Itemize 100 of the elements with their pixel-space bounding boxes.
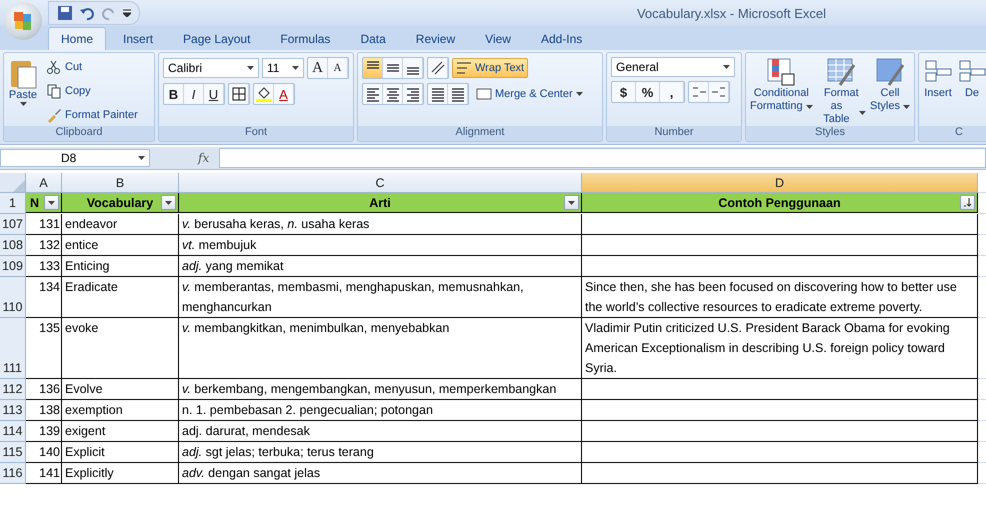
caret-icon [138, 156, 145, 160]
ribbon-tab[interactable]: Home [48, 27, 106, 50]
number-format-button[interactable]: % [636, 82, 660, 102]
column-header[interactable]: A [26, 173, 62, 193]
filter-button[interactable] [564, 195, 579, 210]
align-icon [406, 67, 420, 75]
number-format-button[interactable]: , [660, 82, 684, 102]
table-cell: 136 [26, 379, 62, 400]
column-header[interactable]: B [62, 173, 179, 193]
group-label: Clipboard [4, 126, 154, 141]
filter-button[interactable] [161, 195, 176, 210]
filter-button[interactable] [44, 195, 59, 210]
table-cell: vt. membujuk [179, 235, 582, 256]
row-header[interactable]: 116 [0, 463, 26, 484]
caret-icon [806, 104, 813, 108]
table-cell: 131 [26, 214, 62, 235]
table-cell: adj. sgt jelas; terbuka; terus terang [179, 442, 582, 463]
dropdown-icon [48, 200, 55, 204]
redo-icon [101, 5, 117, 21]
table-cell: exigent [62, 421, 179, 442]
style-button[interactable]: Cell Styles [870, 57, 910, 126]
ribbon-tab[interactable]: Review [402, 27, 468, 50]
row-header[interactable]: 1 [0, 193, 26, 214]
table-cell: endeavor [62, 214, 179, 235]
column-header[interactable]: D [582, 173, 978, 193]
table-cell: v. berusaha keras, n. usaha keras [179, 214, 582, 235]
conditional-formatting-icon [766, 57, 796, 87]
style-button[interactable]: Conditional Formatting [750, 57, 813, 126]
ribbon-tab[interactable]: Formulas [267, 27, 344, 50]
caret-icon [247, 66, 254, 70]
row-header[interactable]: 108 [0, 235, 26, 256]
wrap-text-button[interactable]: Wrap Text [452, 58, 528, 78]
row-header[interactable]: 111 [0, 318, 26, 379]
grow-font-button[interactable]: A [308, 58, 328, 78]
clipboard-button[interactable]: Copy [42, 81, 142, 101]
group-label: Number [607, 126, 741, 141]
borders-icon [232, 87, 246, 101]
ribbon-tab[interactable]: Data [347, 27, 399, 50]
style-button[interactable]: Format as Table [816, 57, 866, 126]
row-header[interactable]: 112 [0, 379, 26, 400]
cells-button[interactable]: Insert [923, 57, 953, 126]
cells-button[interactable]: De [957, 57, 986, 126]
indent-icon [430, 86, 446, 102]
group-label: Styles [746, 126, 914, 141]
copy-icon [46, 83, 62, 99]
merge-button[interactable]: Merge & Center [472, 84, 587, 104]
align-icon [364, 86, 380, 102]
table-header-cell: N [26, 193, 62, 213]
font-style-button[interactable]: U [204, 84, 224, 104]
shrink-font-button[interactable]: A [328, 58, 348, 78]
clipboard-button[interactable]: Cut [42, 57, 142, 77]
row-header[interactable]: 114 [0, 421, 26, 442]
ribbon-tab[interactable]: Insert [110, 27, 166, 50]
scissors-icon [46, 59, 62, 75]
table-header-cell: Vocabulary [62, 193, 179, 213]
paintbrush-icon [46, 107, 62, 123]
clipboard-button[interactable]: Format Painter [42, 105, 142, 125]
ribbon-tab[interactable]: View [472, 27, 524, 50]
paste-button[interactable]: Paste [8, 57, 38, 126]
name-box[interactable]: D8 [0, 149, 150, 167]
formula-input[interactable] [219, 148, 986, 168]
row-header[interactable]: 107 [0, 214, 26, 235]
number-format-field[interactable]: General [611, 57, 735, 77]
dropdown-icon [165, 200, 172, 204]
align-icon [366, 61, 380, 69]
office-button[interactable] [4, 2, 42, 40]
table-cell: v. membangkitkan, menimbulkan, menyebabkan [179, 318, 582, 379]
caret-icon [20, 102, 26, 106]
table-cell: 141 [26, 463, 62, 484]
number-format-button[interactable]: $ [612, 82, 636, 102]
font-name-field[interactable]: Calibri [163, 58, 259, 78]
table-cell: Evolve [62, 379, 179, 400]
table-cell: 134 [26, 277, 62, 318]
table-cell: 132 [26, 235, 62, 256]
ribbon-tab[interactable]: Add-Ins [528, 27, 596, 50]
corner-triangle-icon [13, 180, 25, 192]
wrap-icon [456, 60, 472, 76]
insert-function-button[interactable]: fx [154, 151, 216, 165]
fill-color-button[interactable] [254, 84, 274, 104]
ribbon-tab[interactable]: Page Layout [170, 27, 264, 50]
row-header[interactable]: 113 [0, 400, 26, 421]
table-cell: Since then, she has been focused on discovering how to better use the world’s collective resources to eradicate extreme poverty. [582, 277, 978, 318]
group-label: C [919, 126, 986, 141]
row-header[interactable]: 109 [0, 256, 26, 277]
font-size-field[interactable]: 11 [262, 58, 304, 78]
merge-icon [476, 86, 492, 102]
table-cell: adv. dengan sangat jelas [179, 463, 582, 484]
font-style-button[interactable]: B [164, 84, 184, 104]
paint-bucket-icon [256, 86, 272, 102]
row-header[interactable]: 110 [0, 277, 26, 318]
font-style-button[interactable]: I [184, 84, 204, 104]
orientation-icon [430, 60, 446, 76]
row-header[interactable]: 115 [0, 442, 26, 463]
table-cell: 139 [26, 421, 62, 442]
customize-icon [123, 9, 131, 17]
decrease-decimal-button[interactable] [709, 82, 729, 102]
table-brush-icon [826, 57, 856, 87]
align-button[interactable] [363, 58, 383, 78]
column-header[interactable]: C [179, 173, 582, 193]
sort-filter-button[interactable] [960, 195, 975, 210]
